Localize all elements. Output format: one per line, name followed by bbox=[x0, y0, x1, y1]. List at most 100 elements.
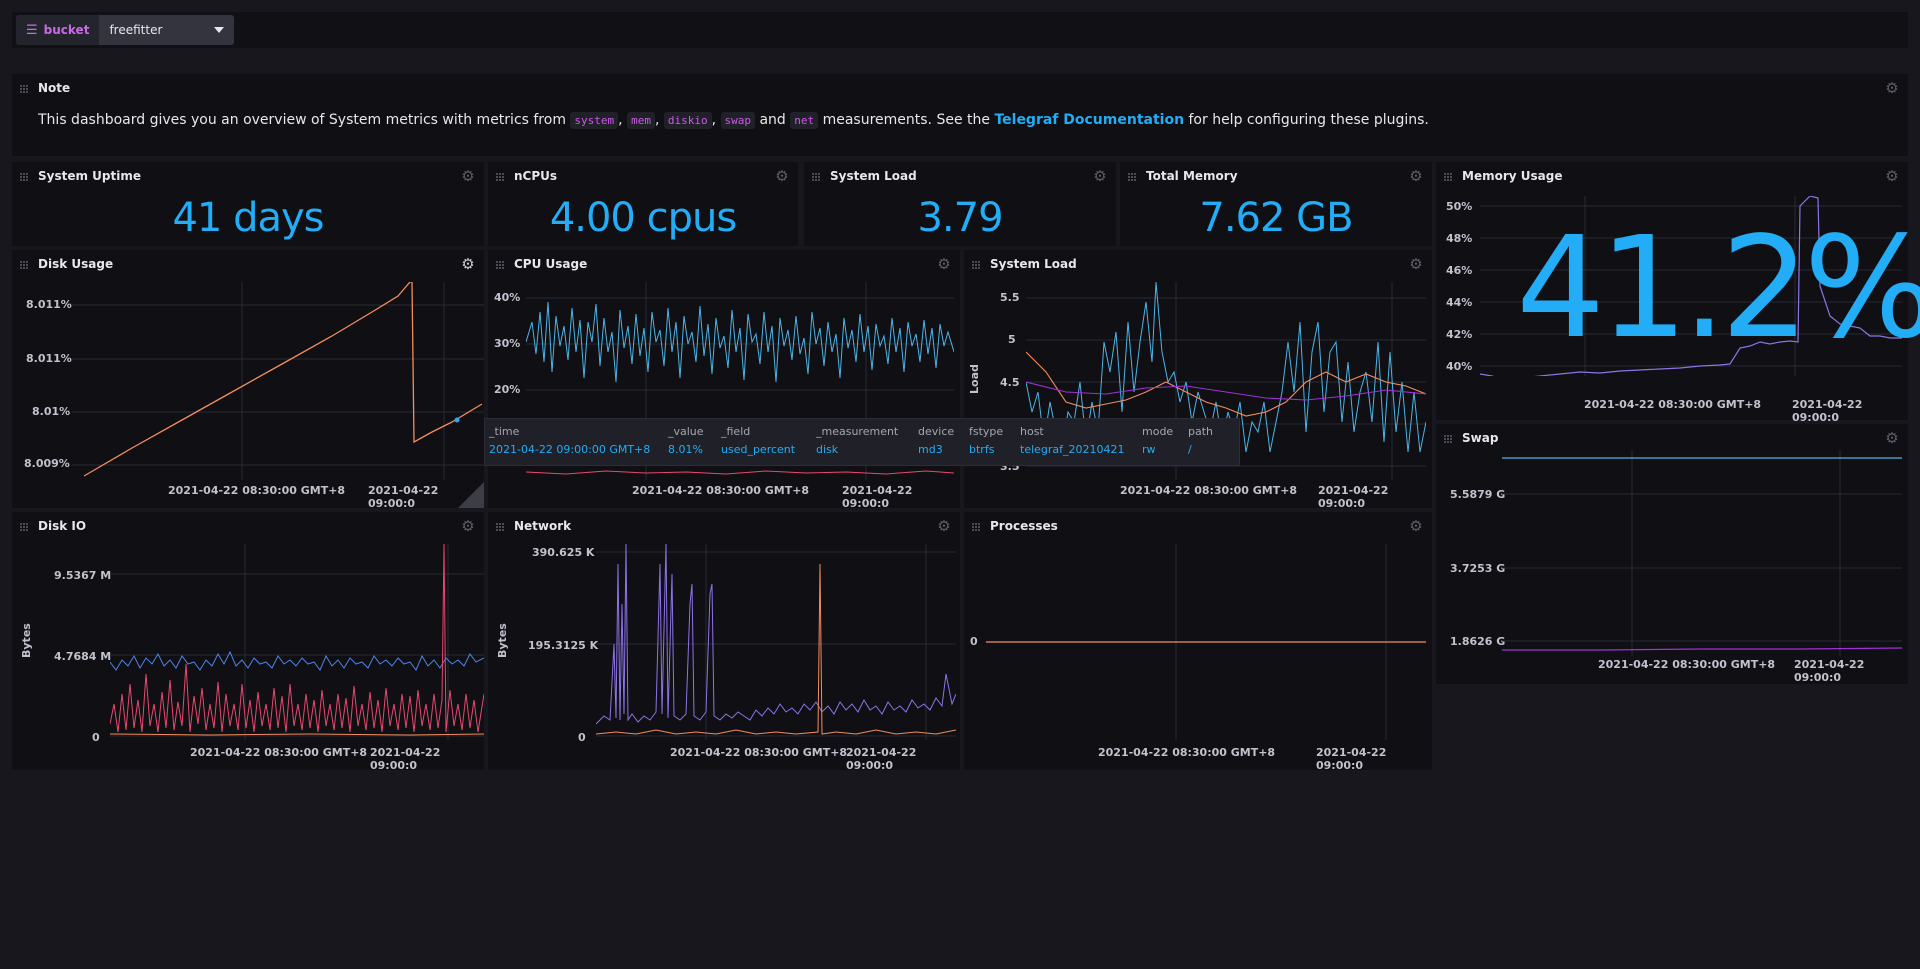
memory-usage-cell: Memory Usage ⚙ 50% 48% 46% 44% 42% 40% 4… bbox=[1436, 162, 1920, 424]
x-tick: 2021-04-22 09:00:0 bbox=[846, 746, 917, 772]
y-tick: 8.011% bbox=[26, 352, 72, 365]
load15-series-line bbox=[1026, 381, 1426, 401]
variable-dropdown[interactable]: freefitter bbox=[99, 15, 234, 45]
cell-title: Note bbox=[38, 81, 71, 95]
note-text: This dashboard gives you an overview of … bbox=[38, 112, 1429, 129]
disk-usage-plot[interactable] bbox=[72, 282, 484, 480]
x-tick: 2021-04-22 08:30:00 GMT+8 bbox=[670, 746, 848, 759]
note-and: and bbox=[759, 112, 786, 128]
cell-title: nCPUs bbox=[514, 169, 558, 183]
tooltip-column: path / bbox=[1188, 425, 1213, 456]
drag-handle-icon[interactable] bbox=[20, 523, 28, 531]
tooltip-value: / bbox=[1188, 443, 1192, 456]
drag-handle-icon[interactable] bbox=[1444, 173, 1452, 181]
note-cell: Note ⚙ This dashboard gives you an overv… bbox=[12, 74, 1908, 156]
drag-handle-icon[interactable] bbox=[972, 261, 980, 269]
drag-handle-icon[interactable] bbox=[496, 173, 504, 181]
tooltip-column: host telegraf_20210421 bbox=[1020, 425, 1125, 456]
tooltip-value: btrfs bbox=[969, 443, 995, 456]
processes-plot[interactable] bbox=[986, 544, 1426, 740]
x-tick: 2021-04-22 09:00:0 bbox=[1792, 398, 1863, 424]
code-mem: mem bbox=[627, 112, 655, 129]
disk-io-orange-series-line bbox=[110, 733, 484, 736]
cell-title: Disk Usage bbox=[38, 257, 114, 271]
y-tick: 1.8626 G bbox=[1450, 635, 1506, 648]
tooltip-header: _measurement bbox=[816, 425, 899, 438]
x-tick: 2021-04-22 09:00:0 bbox=[842, 484, 913, 510]
gear-icon[interactable]: ⚙ bbox=[1884, 430, 1900, 446]
disk-usage-series-line bbox=[83, 282, 483, 477]
cell-title: CPU Usage bbox=[514, 257, 588, 271]
resize-handle[interactable] bbox=[458, 482, 484, 508]
variable-name: bucket bbox=[43, 23, 90, 37]
y-tick: 42% bbox=[1446, 328, 1473, 341]
hover-tooltip: _time 2021-04-22 09:00:00 GMT+8 _value 8.0… bbox=[484, 418, 1240, 466]
cpu-usage-cell: CPU Usage ⚙ 40% 30% 20% 2021-04-22 08:30… bbox=[488, 250, 960, 510]
disk-usage-cell: Disk Usage ⚙ 8.011% 8.011% 8.01% 8.009% … bbox=[12, 250, 484, 510]
x-tick: 2021-04-22 09:00:0 bbox=[1318, 484, 1389, 510]
memory-usage-value: 41.2% bbox=[1516, 207, 1920, 370]
y-tick: 8.009% bbox=[24, 457, 70, 470]
cpu-series-line bbox=[526, 301, 954, 383]
network-plot[interactable] bbox=[596, 544, 956, 740]
disk-io-plot[interactable] bbox=[110, 544, 484, 740]
gear-icon[interactable]: ⚙ bbox=[1884, 168, 1900, 184]
swap-used-series-line bbox=[1502, 647, 1902, 651]
y-tick: 5.5 bbox=[1000, 291, 1020, 304]
gear-icon[interactable]: ⚙ bbox=[936, 256, 952, 272]
drag-handle-icon[interactable] bbox=[20, 85, 28, 93]
gear-icon[interactable]: ⚙ bbox=[1092, 168, 1108, 184]
grid bbox=[72, 282, 484, 480]
y-tick: 0 bbox=[578, 731, 586, 744]
tooltip-column: device md3 bbox=[918, 425, 954, 456]
variable-bucket-control[interactable]: ☰ bucket freefitter bbox=[16, 15, 234, 45]
drag-handle-icon[interactable] bbox=[496, 523, 504, 531]
x-tick: 2021-04-22 08:30:00 GMT+8 bbox=[1098, 746, 1276, 759]
gear-icon[interactable]: ⚙ bbox=[774, 168, 790, 184]
tooltip-header: device bbox=[918, 425, 955, 438]
gear-icon[interactable]: ⚙ bbox=[1408, 518, 1424, 534]
gear-icon[interactable]: ⚙ bbox=[460, 518, 476, 534]
cell-title: Network bbox=[514, 519, 572, 533]
system-load-stat-cell: System Load ⚙ 3.79 bbox=[804, 162, 1116, 246]
gear-icon[interactable]: ⚙ bbox=[1884, 80, 1900, 96]
hover-point bbox=[454, 417, 460, 423]
gear-icon[interactable]: ⚙ bbox=[936, 518, 952, 534]
cell-title: Memory Usage bbox=[1462, 169, 1563, 183]
drag-handle-icon[interactable] bbox=[20, 173, 28, 181]
gear-icon[interactable]: ⚙ bbox=[460, 168, 476, 184]
drag-handle-icon[interactable] bbox=[812, 173, 820, 181]
y-tick: 48% bbox=[1446, 232, 1473, 245]
drag-handle-icon[interactable] bbox=[20, 261, 28, 269]
variable-label: ☰ bucket bbox=[16, 15, 99, 45]
y-tick: 46% bbox=[1446, 264, 1473, 277]
drag-handle-icon[interactable] bbox=[1128, 173, 1136, 181]
gear-icon[interactable]: ⚙ bbox=[1408, 168, 1424, 184]
cell-title: Disk IO bbox=[38, 519, 87, 533]
gear-icon[interactable]: ⚙ bbox=[460, 256, 476, 272]
tooltip-column: _measurement disk bbox=[816, 425, 898, 456]
tooltip-column: fstype btrfs bbox=[969, 425, 1003, 456]
ncpus-cell: nCPUs ⚙ 4.00 cpus bbox=[488, 162, 798, 246]
y-tick: 5.5879 G bbox=[1450, 488, 1506, 501]
drag-handle-icon[interactable] bbox=[496, 261, 504, 269]
cell-title: System Uptime bbox=[38, 169, 141, 183]
telegraf-docs-link[interactable]: Telegraf Documentation bbox=[994, 112, 1184, 128]
cpu-series-line bbox=[526, 470, 954, 475]
drag-handle-icon[interactable] bbox=[1444, 435, 1452, 443]
tooltip-column: _value 8.01% bbox=[668, 425, 704, 456]
stat-value: 7.62 GB bbox=[1199, 195, 1353, 241]
y-tick: 8.01% bbox=[32, 405, 71, 418]
swap-plot[interactable] bbox=[1502, 450, 1902, 656]
processes-cell: Processes ⚙ 0 2021-04-22 08:30:00 GMT+8 … bbox=[964, 512, 1432, 772]
tooltip-value: 2021-04-22 09:00:00 GMT+8 bbox=[489, 443, 651, 456]
load5-series-line bbox=[1026, 351, 1426, 417]
note-prefix: This dashboard gives you an overview of … bbox=[38, 112, 566, 128]
drag-handle-icon[interactable] bbox=[972, 523, 980, 531]
y-tick: 9.5367 M bbox=[54, 569, 112, 582]
disk-io-write-series-line bbox=[110, 544, 484, 733]
y-axis-label: Load bbox=[968, 364, 981, 394]
gear-icon[interactable]: ⚙ bbox=[1408, 256, 1424, 272]
code-system: system bbox=[570, 112, 619, 129]
cell-title: Total Memory bbox=[1146, 169, 1238, 183]
